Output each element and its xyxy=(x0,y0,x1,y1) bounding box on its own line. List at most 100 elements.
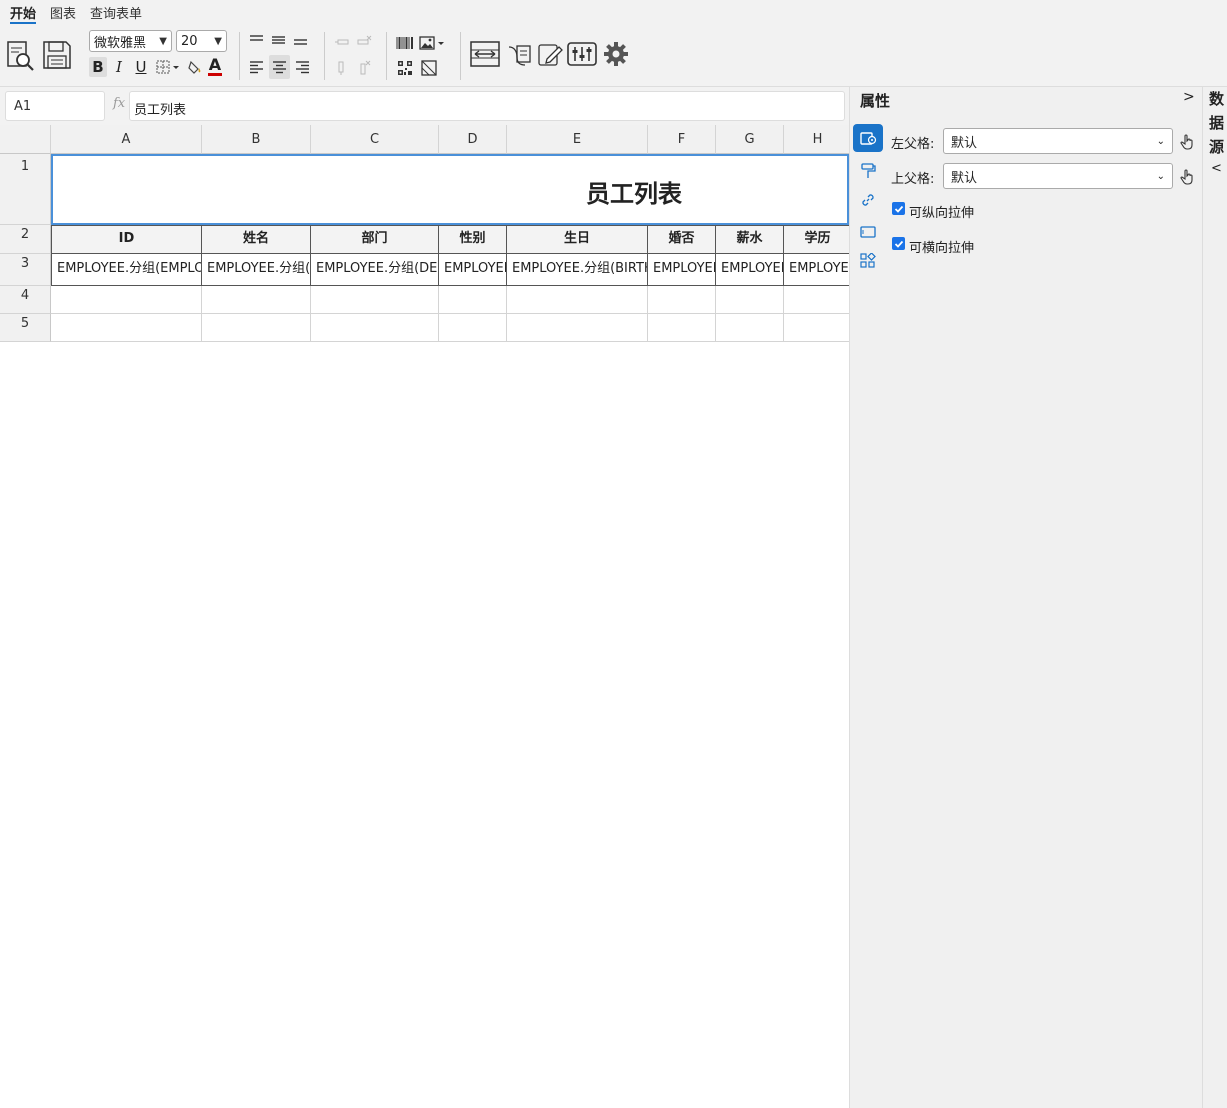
align-right-icon[interactable] xyxy=(294,57,311,77)
font-family-select[interactable]: 微软雅黑 ▼ xyxy=(89,30,172,52)
row-header-3[interactable]: 3 xyxy=(0,254,51,286)
settings-sliders-icon[interactable] xyxy=(566,39,597,69)
underline-button[interactable]: U xyxy=(132,57,150,77)
data-cell-edu[interactable]: EMPLOYEE.分组(EDU) xyxy=(784,254,849,286)
font-size-select[interactable]: 20 ▼ xyxy=(176,30,227,52)
delete-column-icon[interactable] xyxy=(355,59,373,77)
column-header-h[interactable]: H xyxy=(784,125,849,154)
spreadsheet-grid[interactable]: A B C D E F G H 1 2 3 4 5 员工列表 ID 姓名 部门 … xyxy=(0,125,849,1108)
italic-button[interactable]: I xyxy=(111,57,127,77)
column-header-e[interactable]: E xyxy=(507,125,648,154)
header-cell-salary[interactable]: 薪水 xyxy=(716,225,784,254)
cell-expand-icon[interactable] xyxy=(469,39,501,69)
column-header-d[interactable]: D xyxy=(439,125,507,154)
align-bottom-icon[interactable] xyxy=(292,32,309,48)
header-cell-birthday[interactable]: 生日 xyxy=(507,225,648,254)
empty-cell[interactable] xyxy=(784,314,849,342)
align-left-icon[interactable] xyxy=(248,57,265,77)
empty-cell[interactable] xyxy=(507,314,648,342)
header-cell-name[interactable]: 姓名 xyxy=(202,225,311,254)
row-header-5[interactable]: 5 xyxy=(0,314,51,342)
align-center-icon[interactable] xyxy=(269,55,290,79)
align-top-icon[interactable] xyxy=(248,32,265,48)
grid-corner[interactable] xyxy=(0,125,51,154)
link-icon[interactable] xyxy=(853,186,883,214)
tab-chart[interactable]: 图表 xyxy=(50,3,76,22)
empty-cell[interactable] xyxy=(716,314,784,342)
datasource-sidebar[interactable]: 数据源 < xyxy=(1202,87,1227,1108)
cell-reference-field[interactable]: A1 xyxy=(5,91,105,121)
data-cell-id[interactable]: EMPLOYEE.分组(EMPLOYEE_ID) xyxy=(51,254,202,286)
border-icon[interactable] xyxy=(155,57,183,77)
empty-cell[interactable] xyxy=(311,286,439,314)
tab-query-form[interactable]: 查询表单 xyxy=(90,3,142,22)
align-middle-icon[interactable] xyxy=(270,32,287,48)
display-icon[interactable] xyxy=(853,218,883,246)
data-cell-salary[interactable]: EMPLOYEE.分组(SALARY) xyxy=(716,254,784,286)
cell-properties-icon[interactable] xyxy=(853,124,883,152)
format-brush-icon[interactable] xyxy=(853,157,883,185)
header-cell-sex[interactable]: 性别 xyxy=(439,225,507,254)
empty-cell[interactable] xyxy=(202,286,311,314)
bold-button[interactable]: B xyxy=(89,57,107,77)
datasource-label: 数据源 xyxy=(1209,90,1225,156)
left-parent-select[interactable]: 默认 ⌄ xyxy=(943,128,1173,154)
widgets-icon[interactable] xyxy=(853,247,883,275)
empty-cell[interactable] xyxy=(51,286,202,314)
column-header-f[interactable]: F xyxy=(648,125,716,154)
font-color-button[interactable]: A xyxy=(206,55,224,77)
row-header-4[interactable]: 4 xyxy=(0,286,51,314)
empty-cell[interactable] xyxy=(716,286,784,314)
preview-icon[interactable] xyxy=(4,38,36,72)
empty-cell[interactable] xyxy=(51,314,202,342)
insert-column-icon[interactable] xyxy=(333,59,351,77)
qrcode-icon[interactable] xyxy=(395,59,415,77)
barcode-icon[interactable] xyxy=(395,34,415,52)
save-icon[interactable] xyxy=(40,38,74,72)
tab-start[interactable]: 开始 xyxy=(10,3,37,25)
panel-collapse-button[interactable]: > xyxy=(1183,89,1195,105)
empty-cell[interactable] xyxy=(507,286,648,314)
left-parent-pick-icon[interactable] xyxy=(1177,130,1197,154)
formula-input[interactable]: 员工列表 xyxy=(129,91,845,121)
data-cell-dept[interactable]: EMPLOYEE.分组(DEPT) xyxy=(311,254,439,286)
image-icon[interactable] xyxy=(419,34,447,52)
gear-icon[interactable] xyxy=(602,40,630,68)
top-parent-select[interactable]: 默认 ⌄ xyxy=(943,163,1173,189)
data-cell-marry[interactable]: EMPLOYEE.分组(MARRY) xyxy=(648,254,716,286)
empty-cell[interactable] xyxy=(311,314,439,342)
top-parent-value: 默认 xyxy=(951,170,978,186)
left-parent-value: 默认 xyxy=(951,135,978,151)
empty-cell[interactable] xyxy=(784,286,849,314)
empty-cell[interactable] xyxy=(439,286,507,314)
empty-cell[interactable] xyxy=(202,314,311,342)
slash-cell-icon[interactable] xyxy=(419,59,439,77)
fill-color-icon[interactable] xyxy=(186,57,204,77)
row-header-1[interactable]: 1 xyxy=(0,154,51,225)
horizontal-stretch-checkbox[interactable] xyxy=(892,237,905,250)
header-cell-marry[interactable]: 婚否 xyxy=(648,225,716,254)
vertical-stretch-checkbox[interactable] xyxy=(892,202,905,215)
empty-cell[interactable] xyxy=(648,314,716,342)
toolbar: 微软雅黑 ▼ 20 ▼ B I U A xyxy=(0,24,1227,87)
header-cell-edu[interactable]: 学历 xyxy=(784,225,849,254)
empty-cell[interactable] xyxy=(439,314,507,342)
edit-icon[interactable] xyxy=(536,39,564,69)
datasource-expand-button[interactable]: < xyxy=(1211,161,1222,176)
header-cell-id[interactable]: ID xyxy=(51,225,202,254)
column-header-a[interactable]: A xyxy=(51,125,202,154)
column-header-c[interactable]: C xyxy=(311,125,439,154)
column-header-g[interactable]: G xyxy=(716,125,784,154)
insert-row-icon[interactable] xyxy=(333,34,351,50)
data-cell-sex[interactable]: EMPLOYEE.分组(SEX) xyxy=(439,254,507,286)
cross-report-icon[interactable] xyxy=(505,39,533,69)
row-header-2[interactable]: 2 xyxy=(0,225,51,254)
empty-cell[interactable] xyxy=(648,286,716,314)
data-cell-name[interactable]: EMPLOYEE.分组(NAME) xyxy=(202,254,311,286)
delete-row-icon[interactable] xyxy=(355,34,373,50)
top-parent-pick-icon[interactable] xyxy=(1177,165,1197,189)
header-cell-dept[interactable]: 部门 xyxy=(311,225,439,254)
data-cell-birthday[interactable]: EMPLOYEE.分组(BIRTHDAY) xyxy=(507,254,648,286)
column-header-b[interactable]: B xyxy=(202,125,311,154)
title-cell[interactable]: 员工列表 xyxy=(51,154,849,225)
